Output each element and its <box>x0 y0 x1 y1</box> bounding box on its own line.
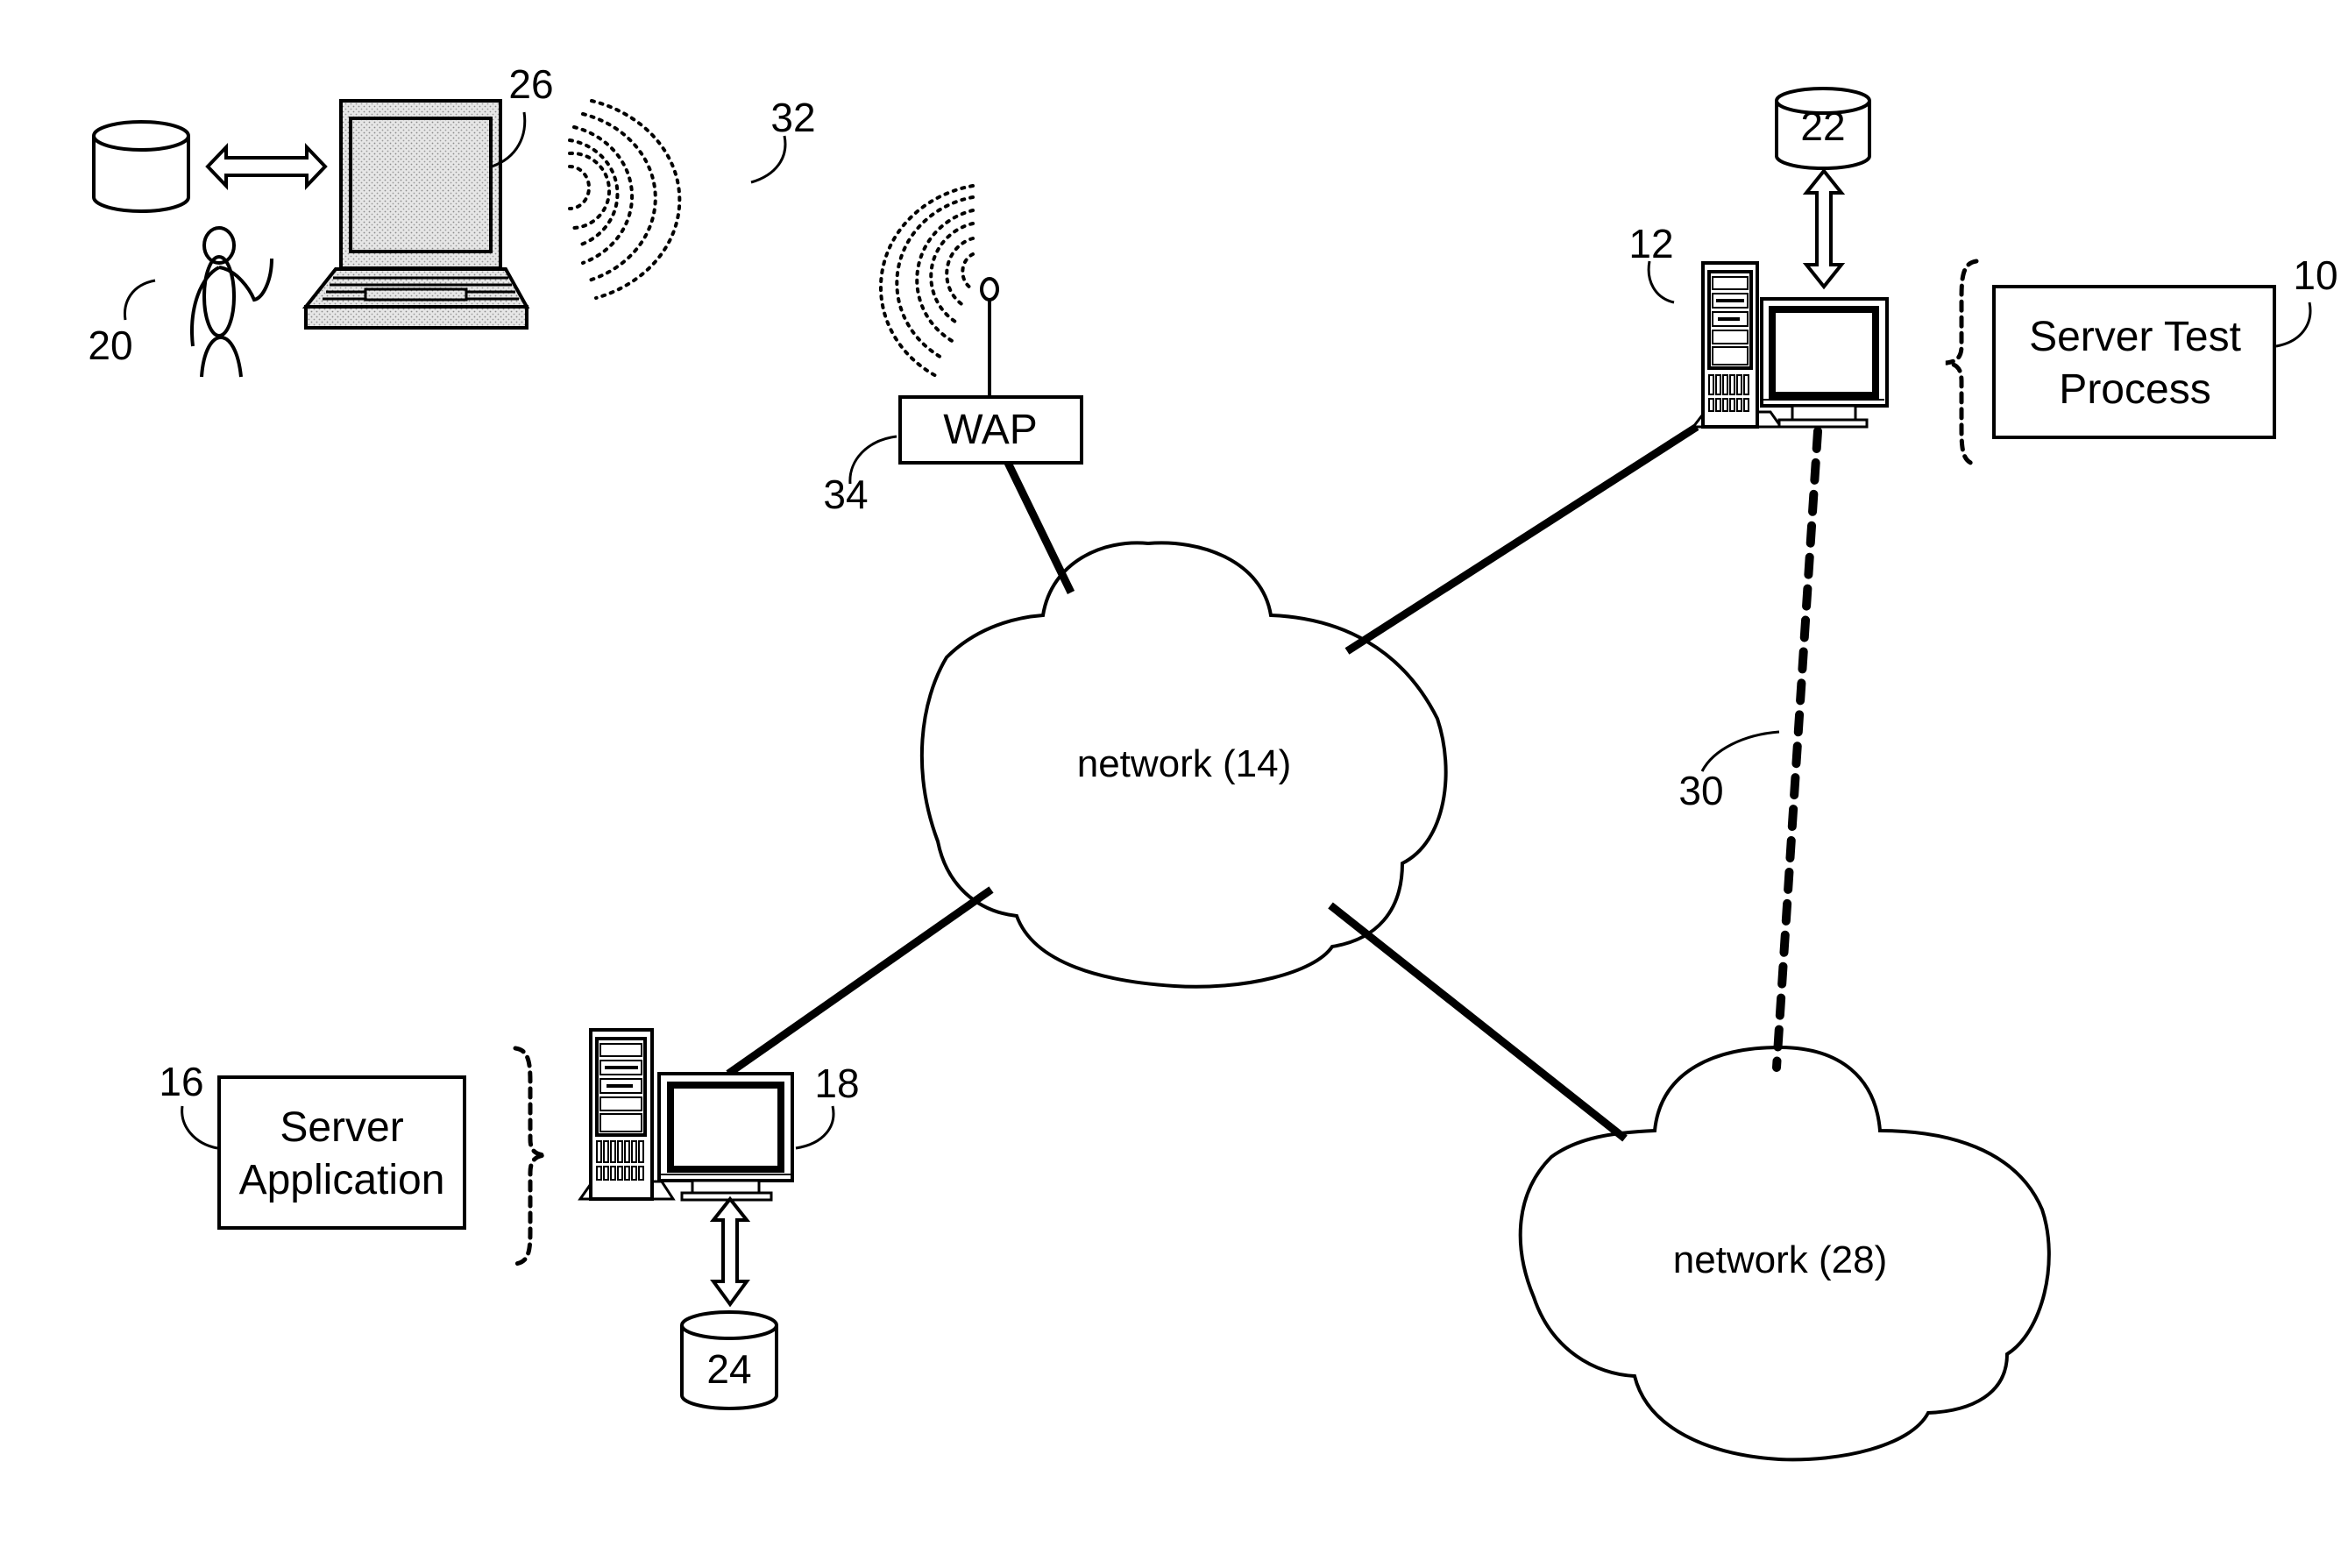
double-arrow-vertical-icon <box>709 1196 751 1308</box>
server-test-process-label-line1: Server Test <box>2029 314 2241 360</box>
server-18-ref-label: 18 <box>814 1061 859 1106</box>
link-30-dashed <box>1772 427 1822 1072</box>
server-test-process-label-line2: Process <box>2059 366 2210 413</box>
link-30-ref-leader <box>1700 730 1780 772</box>
network-28-cloud: network (28) <box>1518 1045 2051 1462</box>
user-ref-leader <box>123 279 156 321</box>
server-18-ref-leader <box>795 1105 835 1150</box>
server-12-icon <box>1690 261 1889 429</box>
server-18-bracket <box>513 1046 546 1266</box>
wap-label: WAP <box>943 407 1038 453</box>
server-application-ref-leader <box>181 1105 218 1150</box>
database-24-label: 24 <box>706 1346 751 1392</box>
server-application-label-line2: Application <box>239 1157 445 1203</box>
antenna-icon <box>980 277 999 302</box>
server-12-bracket <box>1945 259 1979 467</box>
database-22-label: 22 <box>1800 103 1845 149</box>
wireless-ref-label: 32 <box>770 95 815 140</box>
double-arrow-vertical-icon <box>1802 167 1846 290</box>
wap-ref-label: 34 <box>823 472 868 517</box>
link-server12-network14 <box>1344 423 1699 655</box>
server-test-process-ref-label: 10 <box>2293 252 2337 298</box>
local-database-icon <box>92 120 190 213</box>
wap-wireless-waves-icon <box>879 184 975 379</box>
link-network14-network28 <box>1328 902 1628 1142</box>
user-ref-label: 20 <box>88 323 132 368</box>
server-12-ref-label: 12 <box>1628 221 1673 266</box>
database-24-icon: 24 <box>680 1310 778 1410</box>
network-28-label: network (28) <box>1673 1238 1888 1281</box>
server-application-label-line1: Server <box>280 1104 403 1151</box>
laptop-ref-label: 26 <box>508 61 553 107</box>
server-application-box: Server Application <box>217 1075 466 1230</box>
server-test-process-box: Server Test Process <box>1992 285 2276 439</box>
link-server18-network14 <box>726 886 994 1077</box>
network-diagram: network (14) network (28) 26 20 32 WAP 3… <box>88 61 2338 1462</box>
database-22-icon: 22 <box>1775 87 1871 170</box>
server-application-ref-label: 16 <box>159 1059 203 1104</box>
network-14-label: network (14) <box>1077 742 1292 785</box>
laptop-icon <box>301 99 530 330</box>
server-12-ref-leader <box>1647 260 1675 304</box>
link-30-ref-label: 30 <box>1678 768 1723 813</box>
laptop-wireless-waves-icon <box>568 99 682 300</box>
network-14-cloud: network (14) <box>919 541 1448 989</box>
double-arrow-icon <box>205 143 328 190</box>
user-person-icon <box>190 226 273 378</box>
wireless-ref-leader <box>750 135 787 184</box>
server-test-process-ref-leader <box>2275 302 2312 348</box>
